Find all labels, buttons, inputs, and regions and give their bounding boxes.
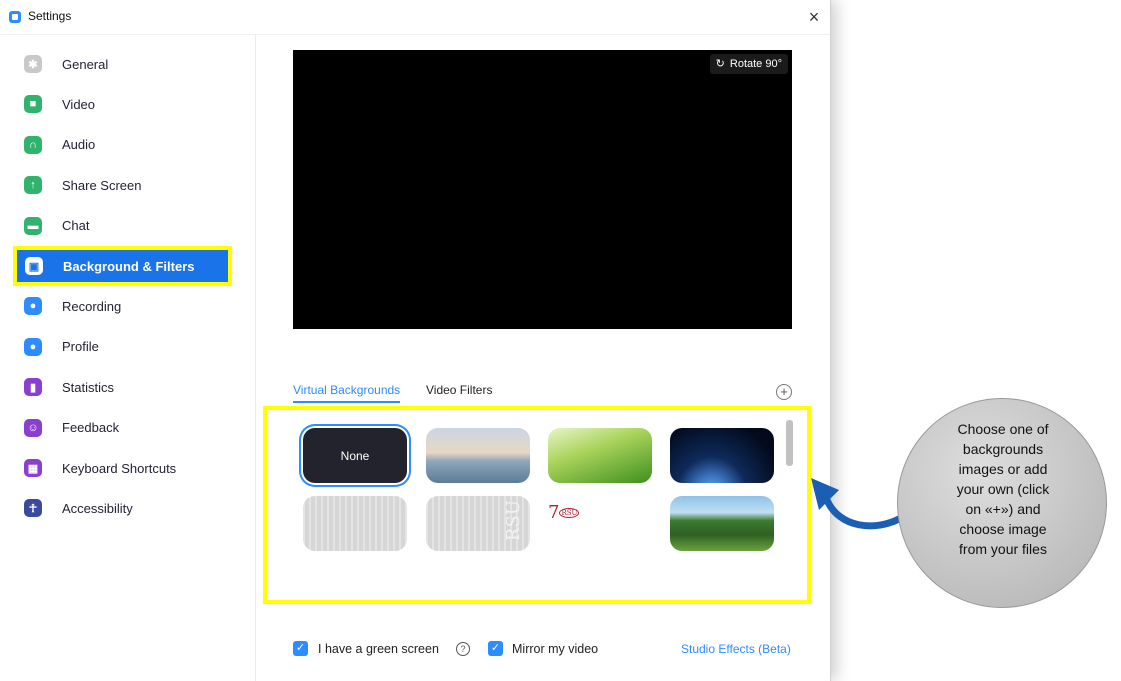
- sidebar-item-general[interactable]: ✱ General: [16, 48, 231, 80]
- sidebar-item-accessibility[interactable]: ☥ Accessibility: [16, 492, 231, 524]
- share-screen-icon: ↑: [24, 176, 42, 195]
- sidebar-item-label: Profile: [62, 339, 99, 355]
- background-golden-gate[interactable]: [426, 428, 530, 483]
- sidebar-item-audio[interactable]: ∩ Audio: [16, 129, 231, 161]
- sidebar-item-label: General: [62, 56, 109, 72]
- sidebar-item-video[interactable]: ■ Video: [16, 88, 231, 120]
- help-icon[interactable]: ?: [456, 642, 470, 656]
- sidebar-item-share-screen[interactable]: ↑ Share Screen: [16, 169, 231, 201]
- sidebar-item-label: Keyboard Shortcuts: [62, 460, 177, 476]
- instruction-callout: Choose one of backgrounds images or add …: [897, 398, 1107, 608]
- sidebar-item-feedback[interactable]: ☺ Feedback: [16, 412, 231, 444]
- sidebar-item-recording[interactable]: ● Recording: [16, 290, 231, 322]
- gear-icon: ✱: [24, 55, 42, 73]
- sidebar-item-background-filters[interactable]: ▣ Background & Filters: [13, 246, 232, 286]
- background-rsu[interactable]: RSU: [426, 496, 530, 551]
- sidebar-item-label: Feedback: [62, 420, 120, 436]
- smile-icon: ☺: [24, 418, 42, 437]
- scrollbar-thumb[interactable]: [786, 420, 793, 466]
- background-gray-pattern[interactable]: [303, 496, 407, 551]
- settings-sidebar: ✱ General ■ Video ∩ Audio ↑ Share Screen ▬ Chat ▣ B…: [0, 34, 256, 681]
- video-preview: ↻ Rotate 90°: [293, 50, 792, 329]
- settings-window: Settings × ✱ General ■ Video ∩ Audio ↑ Share Sc…: [0, 0, 831, 681]
- sidebar-item-label: Share Screen: [62, 177, 142, 193]
- background-none[interactable]: None: [303, 428, 407, 483]
- keyboard-icon: ▦: [24, 459, 42, 477]
- anniversary-logo: 7 RSU: [548, 502, 580, 523]
- sidebar-item-label: Recording: [62, 298, 122, 314]
- tab-video-filters[interactable]: Video Filters: [426, 383, 492, 397]
- video-icon: ■: [24, 95, 42, 114]
- sidebar-item-label: Background & Filters: [63, 258, 195, 274]
- window-title: Settings: [28, 9, 72, 23]
- background-earth[interactable]: [670, 428, 774, 483]
- chat-icon: ▬: [24, 216, 42, 235]
- sidebar-item-label: Accessibility: [62, 500, 133, 516]
- add-background-button[interactable]: +: [776, 384, 792, 400]
- accessibility-icon: ☥: [24, 499, 42, 518]
- rotate-icon: ↻: [715, 58, 725, 70]
- sidebar-item-label: Video: [62, 96, 96, 112]
- callout-text: Choose one of backgrounds images or add …: [956, 421, 1050, 557]
- record-icon: ●: [24, 297, 42, 316]
- zoom-app-icon: [9, 11, 21, 23]
- headphones-icon: ∩: [24, 135, 42, 154]
- profile-icon: ●: [24, 337, 42, 356]
- sidebar-item-profile[interactable]: ● Profile: [16, 331, 231, 363]
- background-gallery: None RSU 7 RSU: [263, 406, 811, 604]
- rotate-label: Rotate 90°: [729, 58, 782, 70]
- background-campus[interactable]: [670, 496, 774, 551]
- studio-effects-link[interactable]: Studio Effects (Beta): [681, 642, 791, 656]
- sidebar-item-label: Chat: [62, 218, 90, 234]
- green-screen-checkbox[interactable]: ✓: [293, 641, 308, 656]
- mirror-video-checkbox[interactable]: ✓: [488, 641, 503, 656]
- sidebar-item-label: Audio: [62, 137, 96, 153]
- background-grass[interactable]: [548, 428, 652, 483]
- rotate-button[interactable]: ↻ Rotate 90°: [709, 54, 788, 74]
- bar-chart-icon: ▮: [24, 378, 42, 397]
- tab-virtual-backgrounds[interactable]: Virtual Backgrounds: [293, 383, 401, 403]
- person-card-icon: ▣: [25, 257, 43, 275]
- title-bar: Settings ×: [0, 0, 830, 35]
- sidebar-item-keyboard-shortcuts[interactable]: ▦ Keyboard Shortcuts: [16, 452, 231, 484]
- sidebar-item-chat[interactable]: ▬ Chat: [16, 210, 231, 242]
- gallery-scrollbar[interactable]: [786, 414, 794, 554]
- sidebar-item-statistics[interactable]: ▮ Statistics: [16, 371, 231, 403]
- rsu-watermark: RSU: [503, 500, 524, 542]
- mirror-video-label: Mirror my video: [512, 642, 599, 656]
- background-anniversary[interactable]: 7 RSU: [548, 496, 652, 551]
- green-screen-label: I have a green screen: [318, 642, 439, 656]
- close-button[interactable]: ×: [804, 7, 824, 27]
- sidebar-item-label: Statistics: [62, 379, 115, 395]
- pointer-arrow-icon: [811, 478, 905, 530]
